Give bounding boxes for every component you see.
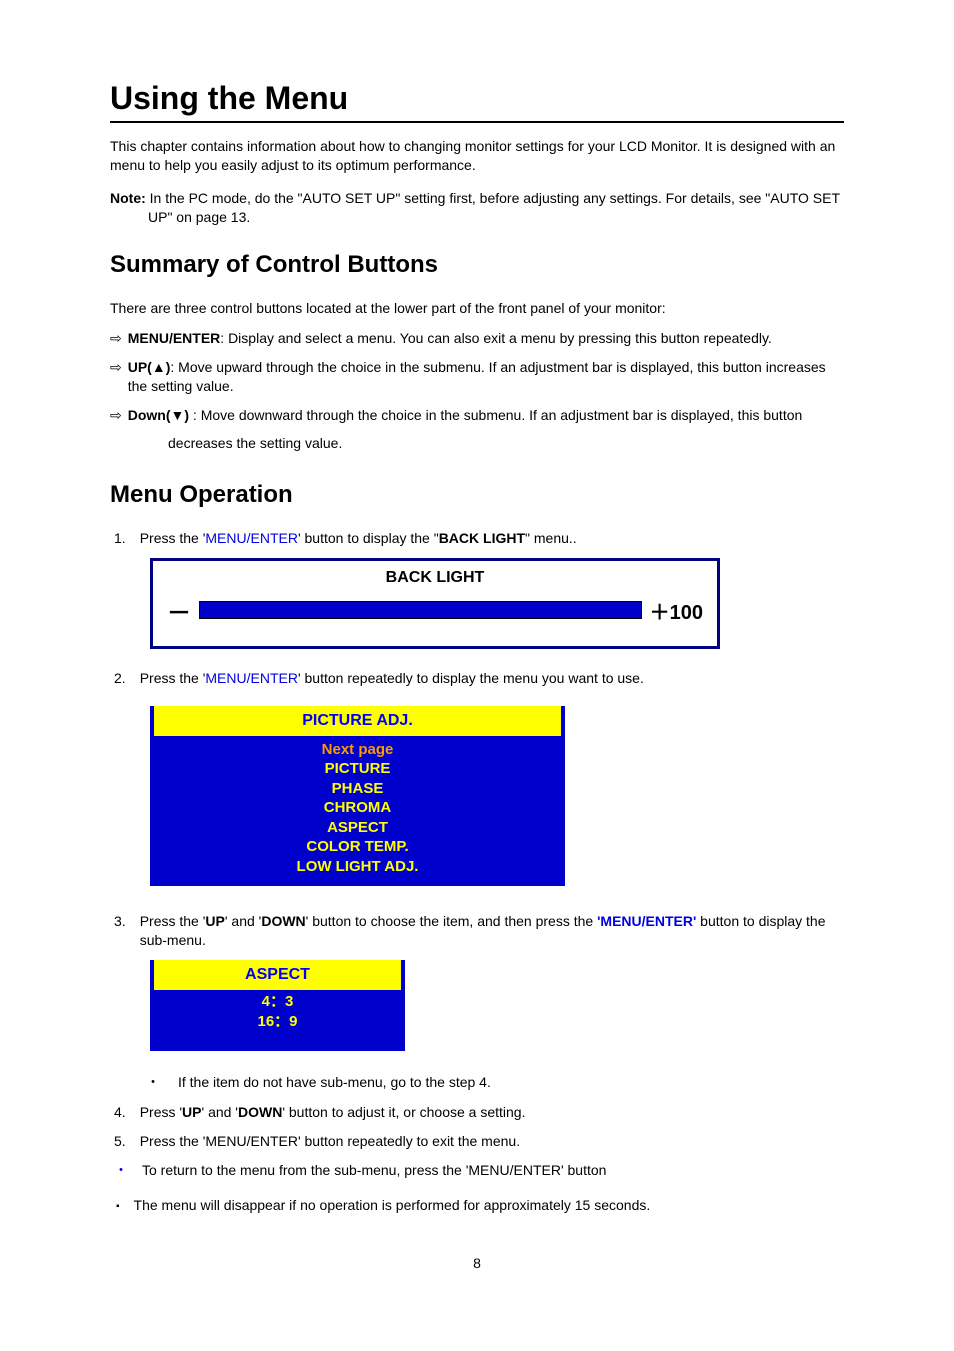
step-number: 4. [114, 1103, 126, 1122]
page-title: Using the Menu [110, 80, 844, 123]
menu-enter-link: MENU/ENTER [205, 530, 298, 546]
step-2: 2. Press the 'MENU/ENTER' button repeate… [110, 669, 844, 688]
backlight-menu-figure: BACK LIGHT － ＋100 [150, 558, 720, 649]
dot-icon: ・ [146, 1073, 160, 1092]
step5-text: Press the 'MENU/ENTER' button repeatedly… [140, 1132, 844, 1151]
step-4: 4. Press 'UP' and 'DOWN' button to adjus… [110, 1103, 844, 1122]
step-number: 2. [114, 669, 126, 688]
sub-bullet-text: If the item do not have sub-menu, go to … [178, 1073, 491, 1092]
step4-post: ' button to adjust it, or choose a setti… [282, 1104, 525, 1120]
step1-mid: ' button to display the " [298, 530, 439, 546]
step4-pre: Press ' [140, 1104, 182, 1120]
step4-b1: UP [182, 1104, 201, 1120]
step-1: 1. Press the 'MENU/ENTER' button to disp… [110, 529, 844, 548]
menu-item: LOW LIGHT ADJ. [154, 857, 561, 877]
button-desc-up: ⇨ UP(▲): Move upward through the choice … [110, 358, 844, 396]
minus-icon: － [167, 593, 191, 628]
menu-enter-link: 'MENU/ENTER' [597, 913, 696, 929]
button-desc: : Move upward through the choice in the … [128, 359, 826, 394]
button-label: UP(▲) [128, 359, 171, 375]
chapter-intro: This chapter contains information about … [110, 137, 844, 175]
step-3: 3. Press the 'UP' and 'DOWN' button to c… [110, 912, 844, 950]
summary-heading: Summary of Control Buttons [110, 251, 844, 279]
note-block: Note: In the PC mode, do the "AUTO SET U… [110, 189, 844, 227]
square-note: ▪ The menu will disappear if no operatio… [110, 1196, 844, 1215]
menu-item: ASPECT [154, 818, 561, 838]
step1-pre: Press the ' [140, 530, 206, 546]
page-number: 8 [110, 1255, 844, 1271]
step2-pre: Press the ' [140, 670, 206, 686]
step-number: 1. [114, 529, 126, 548]
step3-b1: UP [205, 913, 224, 929]
sub-bullet: ・ If the item do not have sub-menu, go t… [110, 1073, 844, 1092]
menu-operation-heading: Menu Operation [110, 481, 844, 509]
arrow-icon: ⇨ [110, 406, 122, 425]
button-label: Down(▼) [128, 407, 189, 423]
button-desc: : Display and select a menu. You can als… [220, 330, 772, 346]
menu-item: COLOR TEMP. [154, 837, 561, 857]
square-icon: ▪ [116, 1196, 120, 1215]
menu-item: 4：3 [154, 992, 401, 1012]
menu-item: PHASE [154, 779, 561, 799]
step-number: 5. [114, 1132, 126, 1151]
dot-icon: ・ [114, 1161, 128, 1180]
return-bullet: ・ To return to the menu from the sub-men… [110, 1161, 844, 1180]
menu-item-selected: Next page [154, 740, 561, 760]
step3-pre: Press the ' [140, 913, 206, 929]
menu-item: CHROMA [154, 798, 561, 818]
picture-menu-header: PICTURE ADJ. [154, 706, 561, 736]
note-text: In the PC mode, do the "AUTO SET UP" set… [146, 190, 840, 225]
arrow-icon: ⇨ [110, 358, 122, 396]
backlight-bar [199, 601, 642, 619]
summary-intro: There are three control buttons located … [110, 299, 844, 318]
button-desc-menu-enter: ⇨ MENU/ENTER: Display and select a menu.… [110, 329, 844, 348]
menu-item: 16：9 [154, 1012, 401, 1032]
return-bullet-text: To return to the menu from the sub-menu,… [142, 1161, 606, 1180]
step1-bold: BACK LIGHT [439, 530, 525, 546]
step4-b2: DOWN [238, 1104, 282, 1120]
step2-post: ' button repeatedly to display the menu … [298, 670, 644, 686]
button-desc-part1: : Move downward through the choice in th… [189, 407, 802, 423]
step-5: 5. Press the 'MENU/ENTER' button repeate… [110, 1132, 844, 1151]
button-desc-down: ⇨ Down(▼) : Move downward through the ch… [110, 406, 844, 451]
note-label: Note: [110, 190, 146, 206]
button-label: MENU/ENTER [128, 330, 221, 346]
backlight-value: ＋100 [650, 596, 703, 625]
backlight-title: BACK LIGHT [167, 569, 703, 587]
step3-mid1: ' and ' [225, 913, 261, 929]
menu-item: PICTURE [154, 759, 561, 779]
step-number: 3. [114, 912, 126, 950]
step4-mid1: ' and ' [202, 1104, 238, 1120]
aspect-menu-header: ASPECT [154, 960, 401, 990]
square-note-text: The menu will disappear if no operation … [134, 1196, 651, 1215]
menu-enter-link: MENU/ENTER [205, 670, 298, 686]
step3-b2: DOWN [261, 913, 305, 929]
picture-adj-menu-figure: PICTURE ADJ. Next page PICTURE PHASE CHR… [150, 706, 565, 887]
step1-post: " menu.. [525, 530, 577, 546]
button-desc-part2: decreases the setting value. [110, 435, 844, 451]
step3-mid2: ' button to choose the item, and then pr… [306, 913, 597, 929]
arrow-icon: ⇨ [110, 329, 122, 348]
aspect-menu-figure: ASPECT 4：3 16：9 [150, 960, 405, 1051]
